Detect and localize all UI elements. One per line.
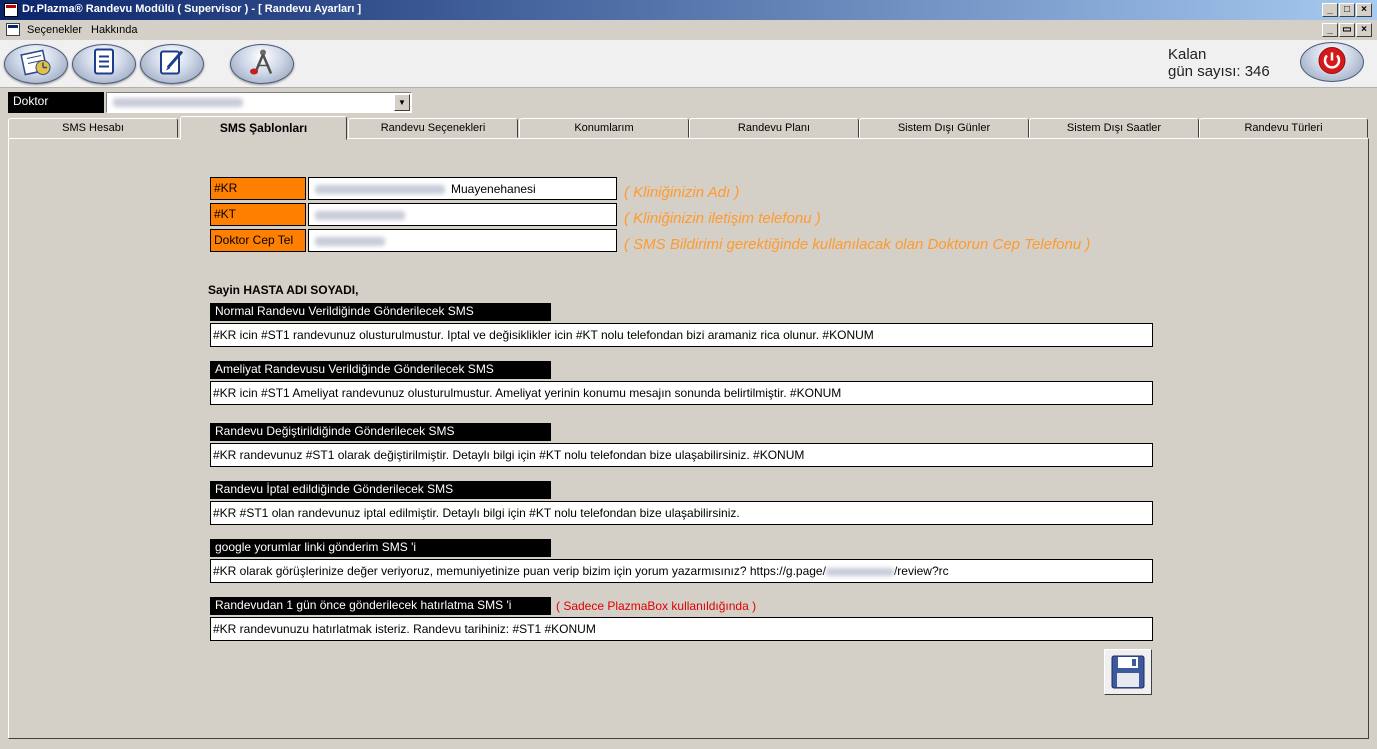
close-button[interactable]: × <box>1356 3 1372 17</box>
variable-kt-hint: ( Kliniğinizin iletişim telefonu ) <box>624 210 821 227</box>
variable-kr-label: #KR <box>210 177 306 200</box>
compass-button[interactable] <box>230 44 294 84</box>
tab-randevu-secenekleri[interactable]: Randevu Seçenekleri <box>348 118 518 138</box>
variable-kt-input[interactable] <box>308 203 617 226</box>
menu-secenekler[interactable]: Seçenekler <box>27 24 82 36</box>
doctor-select[interactable]: ▼ <box>106 92 412 113</box>
child-close-button[interactable]: × <box>1356 23 1372 37</box>
child-minimize-button[interactable]: _ <box>1322 23 1338 37</box>
template-surgery-title: Ameliyat Randevusu Verildiğinde Gönderil… <box>210 361 551 379</box>
tab-randevu-turleri[interactable]: Randevu Türleri <box>1199 118 1368 138</box>
calendar-icon <box>19 49 53 80</box>
tab-konumlarim[interactable]: Konumlarım <box>519 118 689 138</box>
doctor-label: Doktor <box>8 92 104 113</box>
redacted-doctor-phone <box>315 237 385 247</box>
template-changed-input[interactable]: #KR randevunuz #ST1 olarak değiştirilmiş… <box>210 443 1153 467</box>
floppy-disk-icon <box>1111 655 1145 692</box>
document-button[interactable] <box>72 44 136 84</box>
template-google-suffix: /review?rc <box>893 564 949 578</box>
variable-kr-input[interactable]: Muayenehanesi <box>308 177 617 200</box>
remaining-days: Kalan gün sayısı: 346 <box>1168 46 1270 80</box>
template-normal-title: Normal Randevu Verildiğinde Gönderilecek… <box>210 303 551 321</box>
template-google-prefix: #KR olarak görüşlerinize değer veriyoruz… <box>213 564 826 578</box>
doctor-phone-input[interactable] <box>308 229 617 252</box>
remaining-days-value: gün sayısı: 346 <box>1168 63 1270 80</box>
redacted-clinic-phone <box>315 211 405 221</box>
tab-sistem-disi-saatler[interactable]: Sistem Dışı Saatler <box>1029 118 1199 138</box>
redacted-place-id <box>825 567 894 576</box>
template-reminder-input[interactable]: #KR randevunuzu hatırlatmak isteriz. Ran… <box>210 617 1153 641</box>
template-surgery-input[interactable]: #KR icin #ST1 Ameliyat randevunuz olustu… <box>210 381 1153 405</box>
menu-bar: Seçenekler Hakkında <box>0 20 1377 40</box>
document-window-icon[interactable] <box>6 23 20 36</box>
tab-randevu-plani[interactable]: Randevu Planı <box>689 118 859 138</box>
child-restore-button[interactable]: ▭ <box>1339 23 1355 37</box>
app-icon <box>4 3 18 17</box>
template-changed-title: Randevu Değiştirildiğinde Gönderilecek S… <box>210 423 551 441</box>
variable-kt-label: #KT <box>210 203 306 226</box>
variable-kr-hint: ( Kliniğinizin Adı ) <box>624 184 740 201</box>
tab-sms-sablonlari[interactable]: SMS Şablonları <box>180 116 347 140</box>
redacted-doctor-name <box>113 98 243 107</box>
window-title-bar: Dr.Plazma® Randevu Modülü ( Supervisor )… <box>0 0 1377 20</box>
template-google-input[interactable]: #KR olarak görüşlerinize değer veriyoruz… <box>210 559 1153 583</box>
edit-button[interactable] <box>140 44 204 84</box>
minimize-button[interactable]: _ <box>1322 3 1338 17</box>
remaining-days-label: Kalan <box>1168 46 1207 63</box>
menu-hakkinda[interactable]: Hakkında <box>91 24 137 36</box>
doctor-phone-label: Doktor Cep Tel <box>210 229 306 252</box>
exit-button[interactable] <box>1300 42 1364 82</box>
calendar-button[interactable] <box>4 44 68 84</box>
template-reminder-title: Randevudan 1 gün önce gönderilecek hatır… <box>210 597 551 615</box>
window-title: Dr.Plazma® Randevu Modülü ( Supervisor )… <box>22 3 362 15</box>
template-cancel-title: Randevu İptal edildiğinde Gönderilecek S… <box>210 481 551 499</box>
power-icon <box>1317 46 1347 79</box>
edit-icon <box>158 48 186 81</box>
redacted-clinic-name <box>315 185 445 195</box>
template-reminder-note: ( Sadece PlazmaBox kullanıldığında ) <box>556 599 757 613</box>
template-cancel-input[interactable]: #KR #ST1 olan randevunuz iptal edilmişti… <box>210 501 1153 525</box>
template-normal-input[interactable]: #KR icin #ST1 randevunuz olusturulmustur… <box>210 323 1153 347</box>
save-button[interactable] <box>1104 649 1152 695</box>
doctor-phone-hint: ( SMS Bildirimi gerektiğinde kullanılaca… <box>624 236 1091 253</box>
greeting-text: Sayin HASTA ADI SOYADI, <box>208 283 359 297</box>
chevron-down-icon[interactable]: ▼ <box>394 94 410 111</box>
toolbar: Kalan gün sayısı: 346 <box>0 40 1377 88</box>
tab-sistem-disi-gunler[interactable]: Sistem Dışı Günler <box>859 118 1029 138</box>
template-google-title: google yorumlar linki gönderim SMS 'i <box>210 539 551 557</box>
compass-icon <box>247 48 277 81</box>
maximize-button[interactable]: □ <box>1339 3 1355 17</box>
document-icon <box>91 48 117 81</box>
tab-sms-hesabi[interactable]: SMS Hesabı <box>8 118 178 138</box>
variable-kr-suffix: Muayenehanesi <box>451 182 536 196</box>
